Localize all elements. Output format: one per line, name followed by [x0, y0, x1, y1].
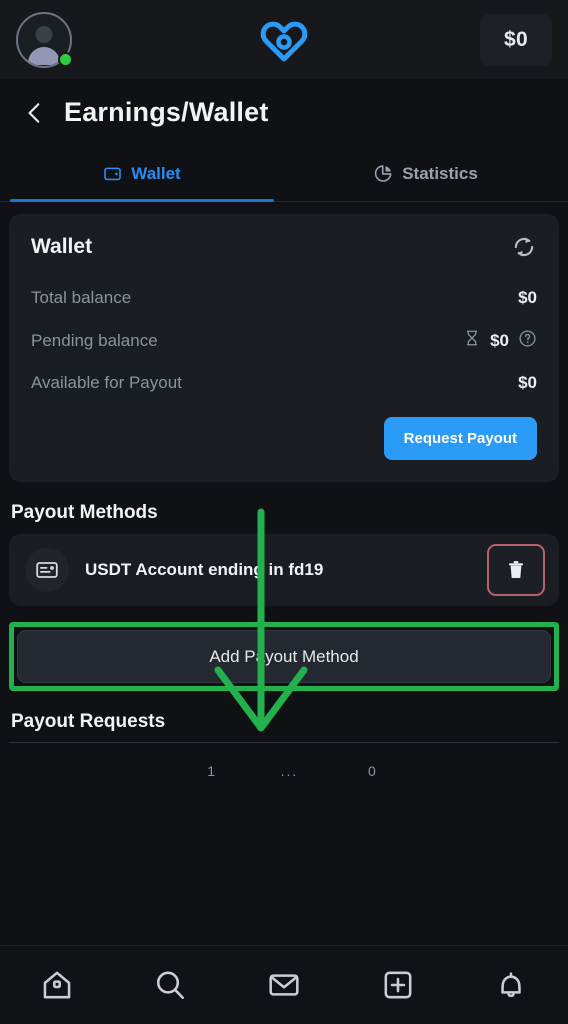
back-button[interactable]	[18, 96, 52, 130]
add-payout-method-highlight-wrap: Add Payout Method	[9, 622, 559, 691]
refresh-button[interactable]	[511, 234, 537, 260]
tab-statistics-label: Statistics	[402, 163, 478, 183]
add-payout-method-button[interactable]: Add Payout Method	[17, 630, 551, 683]
nav-search[interactable]	[114, 968, 228, 1002]
payout-request-cell: 0	[368, 763, 376, 779]
wallet-card-title: Wallet	[31, 235, 93, 258]
balance-row-pending: Pending balance $0	[31, 318, 537, 363]
main-content: Wallet Total balance $0 Pending balance …	[0, 202, 568, 945]
search-icon	[157, 971, 185, 1000]
pie-chart-icon	[374, 164, 393, 183]
balance-label: Available for Payout	[31, 373, 182, 392]
app-logo-heart-icon[interactable]	[259, 18, 309, 62]
payout-request-cell: 1	[207, 763, 215, 779]
payout-requests-title: Payout Requests	[11, 711, 166, 732]
tab-bar: Wallet Statistics	[0, 146, 568, 202]
trash-icon	[509, 561, 523, 578]
balance-label: Pending balance	[31, 330, 158, 350]
chevron-left-icon	[28, 102, 40, 123]
header-balance-value: $0	[504, 27, 528, 51]
payout-method-row[interactable]: USDT Account ending in fd19	[9, 534, 559, 606]
page-title: Earnings/Wallet	[64, 97, 269, 127]
nav-create[interactable]	[341, 968, 455, 1002]
online-status-dot	[58, 51, 73, 67]
balance-value: $0	[518, 288, 537, 307]
payout-methods-title: Payout Methods	[11, 502, 158, 523]
tab-wallet[interactable]: Wallet	[0, 146, 284, 202]
avatar-body	[28, 46, 60, 65]
nav-messages[interactable]	[227, 968, 341, 1002]
avatar-head	[35, 25, 53, 43]
avatar[interactable]	[16, 11, 73, 68]
tab-statistics[interactable]: Statistics	[284, 146, 568, 201]
nav-home[interactable]	[0, 968, 114, 1002]
balance-label: Total balance	[31, 288, 132, 307]
nav-notifications[interactable]	[454, 968, 568, 1002]
wallet-card-header: Wallet	[31, 234, 537, 260]
refresh-icon	[514, 237, 534, 257]
help-circle-icon[interactable]	[518, 329, 537, 353]
home-icon	[43, 971, 71, 999]
wallet-card: Wallet Total balance $0 Pending balance …	[9, 214, 559, 482]
page-header: Earnings/Wallet	[0, 79, 568, 146]
top-bar: $0	[0, 0, 568, 79]
balance-value: $0	[490, 330, 509, 350]
card-account-icon	[25, 548, 69, 592]
balance-value: $0	[518, 373, 537, 392]
wallet-icon	[103, 164, 122, 183]
mail-icon	[269, 974, 299, 996]
payout-requests-row: 1 ... 0	[9, 743, 559, 779]
balance-row-total: Total balance $0	[31, 278, 537, 318]
header-balance-chip[interactable]: $0	[480, 13, 552, 66]
balance-value-group: $0	[518, 373, 537, 393]
add-plus-icon	[384, 971, 412, 999]
tab-wallet-label: Wallet	[131, 163, 181, 183]
bottom-navigation-bar	[0, 945, 568, 1024]
payout-method-label: USDT Account ending in fd19	[85, 560, 324, 579]
request-payout-row: Request Payout	[31, 417, 537, 460]
delete-payout-method-button[interactable]	[487, 544, 545, 596]
request-payout-button[interactable]: Request Payout	[383, 417, 537, 460]
balance-value-group: $0	[463, 328, 537, 353]
payout-request-cell: ...	[280, 763, 299, 779]
hourglass-icon	[463, 328, 481, 353]
balance-row-available: Available for Payout $0	[31, 363, 537, 403]
app-root: $0 Earnings/Wallet Wallet Statistics Wal…	[0, 0, 568, 1024]
bell-icon	[501, 972, 521, 998]
balance-value-group: $0	[518, 288, 537, 308]
